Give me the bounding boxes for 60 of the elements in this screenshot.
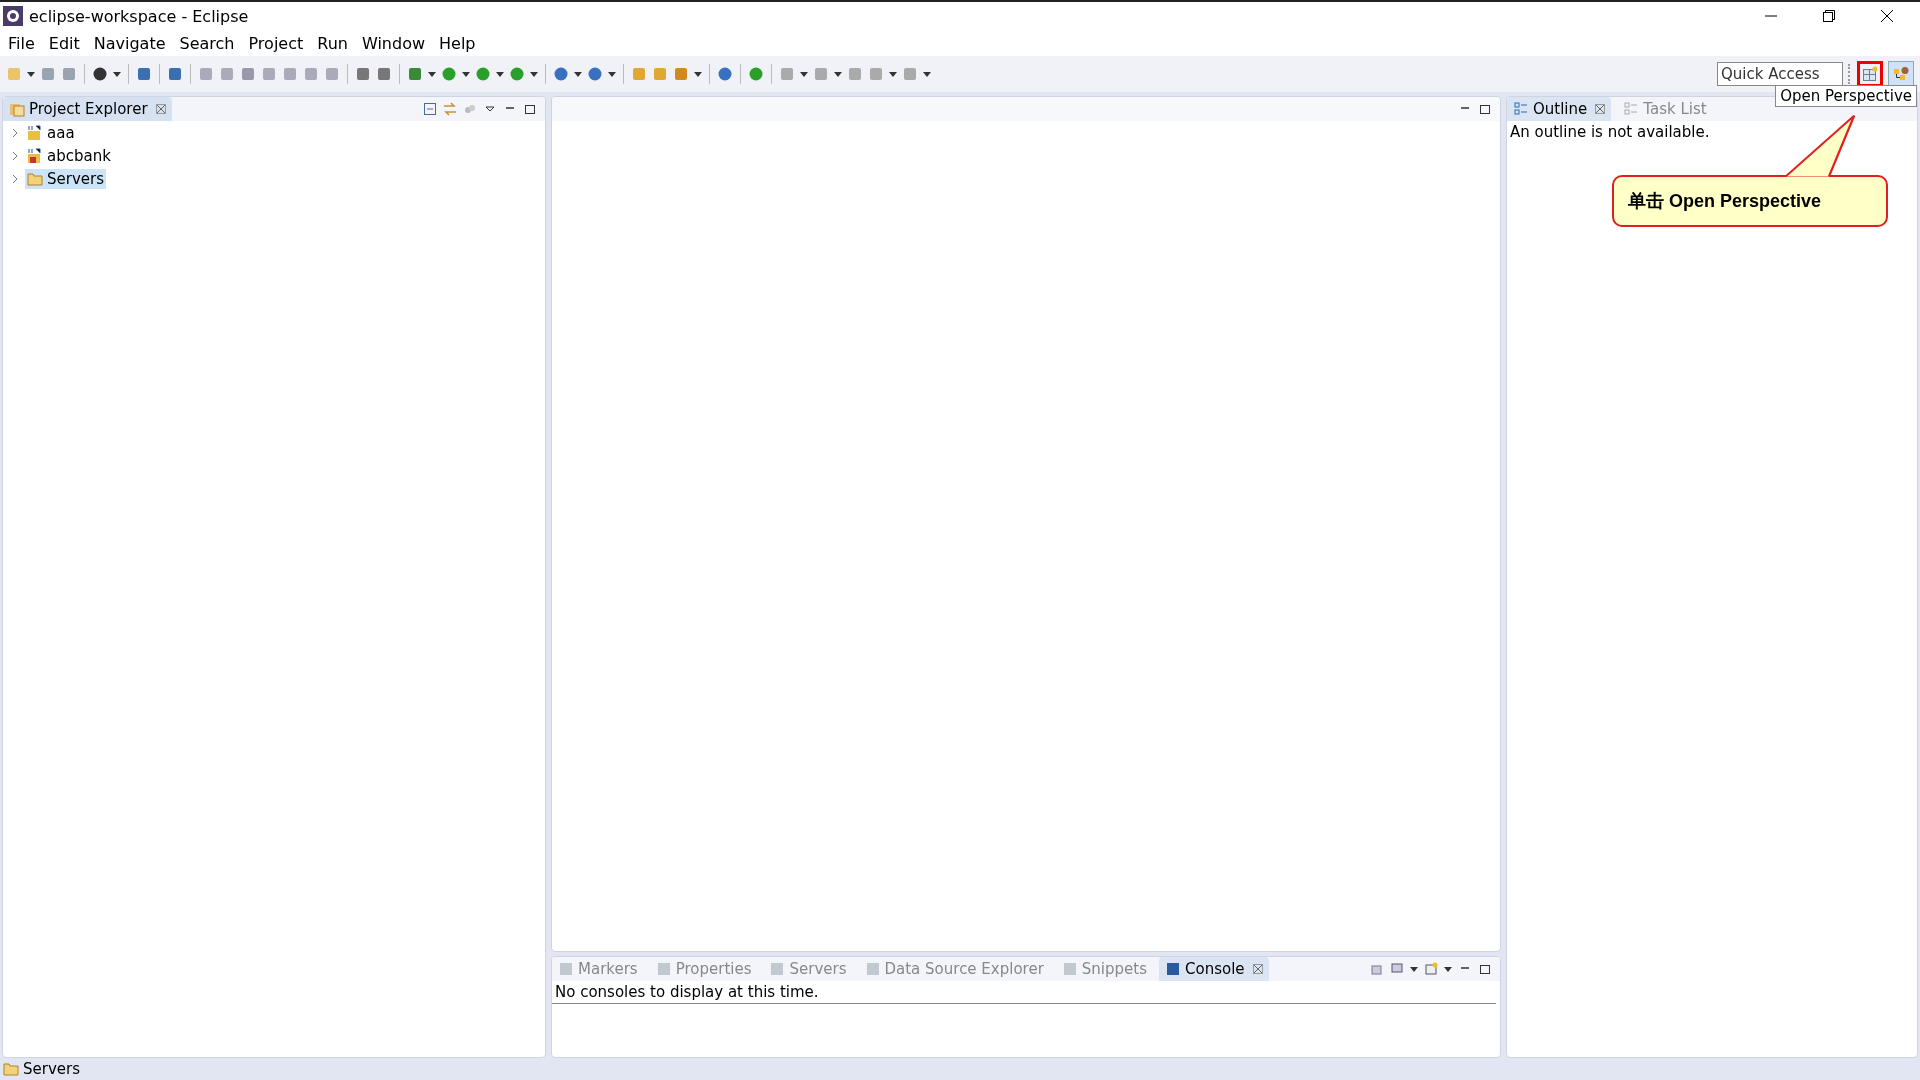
perspective-icon [1862, 66, 1878, 82]
view-icon [1061, 961, 1078, 977]
dropdown-caret-icon[interactable] [530, 71, 538, 77]
dropdown-caret-icon[interactable] [428, 71, 436, 77]
maximize-icon[interactable] [1478, 962, 1492, 976]
tooltip: Open Perspective [1775, 85, 1917, 107]
view-icon [864, 961, 881, 977]
toolbar-icon[interactable] [92, 66, 108, 82]
dropdown-caret-icon[interactable] [800, 71, 808, 77]
menu-item[interactable]: Navigate [93, 33, 166, 53]
outline-icon [1513, 101, 1529, 117]
tree-item[interactable]: abcbank [25, 145, 113, 166]
dropdown-caret-icon[interactable] [27, 71, 35, 77]
dropdown-caret-icon[interactable] [834, 71, 842, 77]
view-icon [558, 961, 574, 977]
dropdown-caret-icon[interactable] [608, 71, 616, 77]
view-icon [769, 961, 786, 977]
tree-item[interactable]: Servers [25, 168, 106, 189]
menu-item[interactable]: Help [439, 33, 476, 53]
folder-icon [3, 1061, 19, 1077]
dropdown-caret-icon[interactable] [923, 71, 931, 77]
outline-icon [1623, 101, 1640, 117]
hierarchy-icon [1893, 66, 1909, 82]
menu-item[interactable]: Edit [48, 33, 80, 53]
dropdown-caret-icon[interactable] [694, 71, 702, 77]
dropdown-caret-icon[interactable] [574, 71, 582, 77]
project-icon [27, 124, 43, 141]
view-icon [655, 961, 672, 977]
dropdown-caret-icon[interactable] [496, 71, 504, 77]
callout-pointer [1784, 114, 1856, 178]
folders-icon [9, 101, 25, 117]
folder-icon [27, 170, 43, 187]
outline-message: An outline is not available. [1509, 122, 1711, 143]
java-ee-perspective-button[interactable] [1888, 61, 1914, 87]
menu-item[interactable]: Window [361, 33, 426, 53]
maximize-icon[interactable] [1478, 102, 1492, 116]
dropdown-caret-icon[interactable] [889, 71, 897, 77]
collapse-all-icon[interactable] [423, 102, 437, 116]
dropdown-caret-icon[interactable] [1410, 966, 1418, 972]
panel-tab[interactable]: Console [1159, 957, 1269, 981]
eclipse-logo-icon [3, 6, 23, 26]
dropdown-caret-icon[interactable] [1444, 966, 1452, 972]
project-icon [27, 147, 43, 164]
status-bar-item: Servers [3, 1060, 80, 1078]
close-icon[interactable] [1880, 9, 1894, 23]
dropdown-caret-icon[interactable] [462, 71, 470, 77]
quick-access-field[interactable]: Quick Access [1717, 62, 1843, 86]
view-icon [1165, 961, 1181, 977]
tree-item[interactable]: aaa [25, 122, 77, 143]
menu-item[interactable]: Search [179, 33, 235, 53]
panel-tab[interactable]: Outline [1507, 97, 1612, 121]
restore-icon[interactable] [1822, 9, 1836, 23]
maximize-icon[interactable] [523, 102, 537, 116]
dropdown-caret-icon[interactable] [113, 71, 121, 77]
window-title: eclipse-workspace - Eclipse [29, 6, 249, 26]
menu-item[interactable]: Run [317, 33, 348, 53]
menu-item[interactable]: File [8, 33, 35, 53]
panel-tab[interactable]: Project Explorer [3, 97, 172, 121]
menu-item[interactable]: Project [248, 33, 304, 53]
console-message: No consoles to display at this time. [552, 981, 1496, 1004]
